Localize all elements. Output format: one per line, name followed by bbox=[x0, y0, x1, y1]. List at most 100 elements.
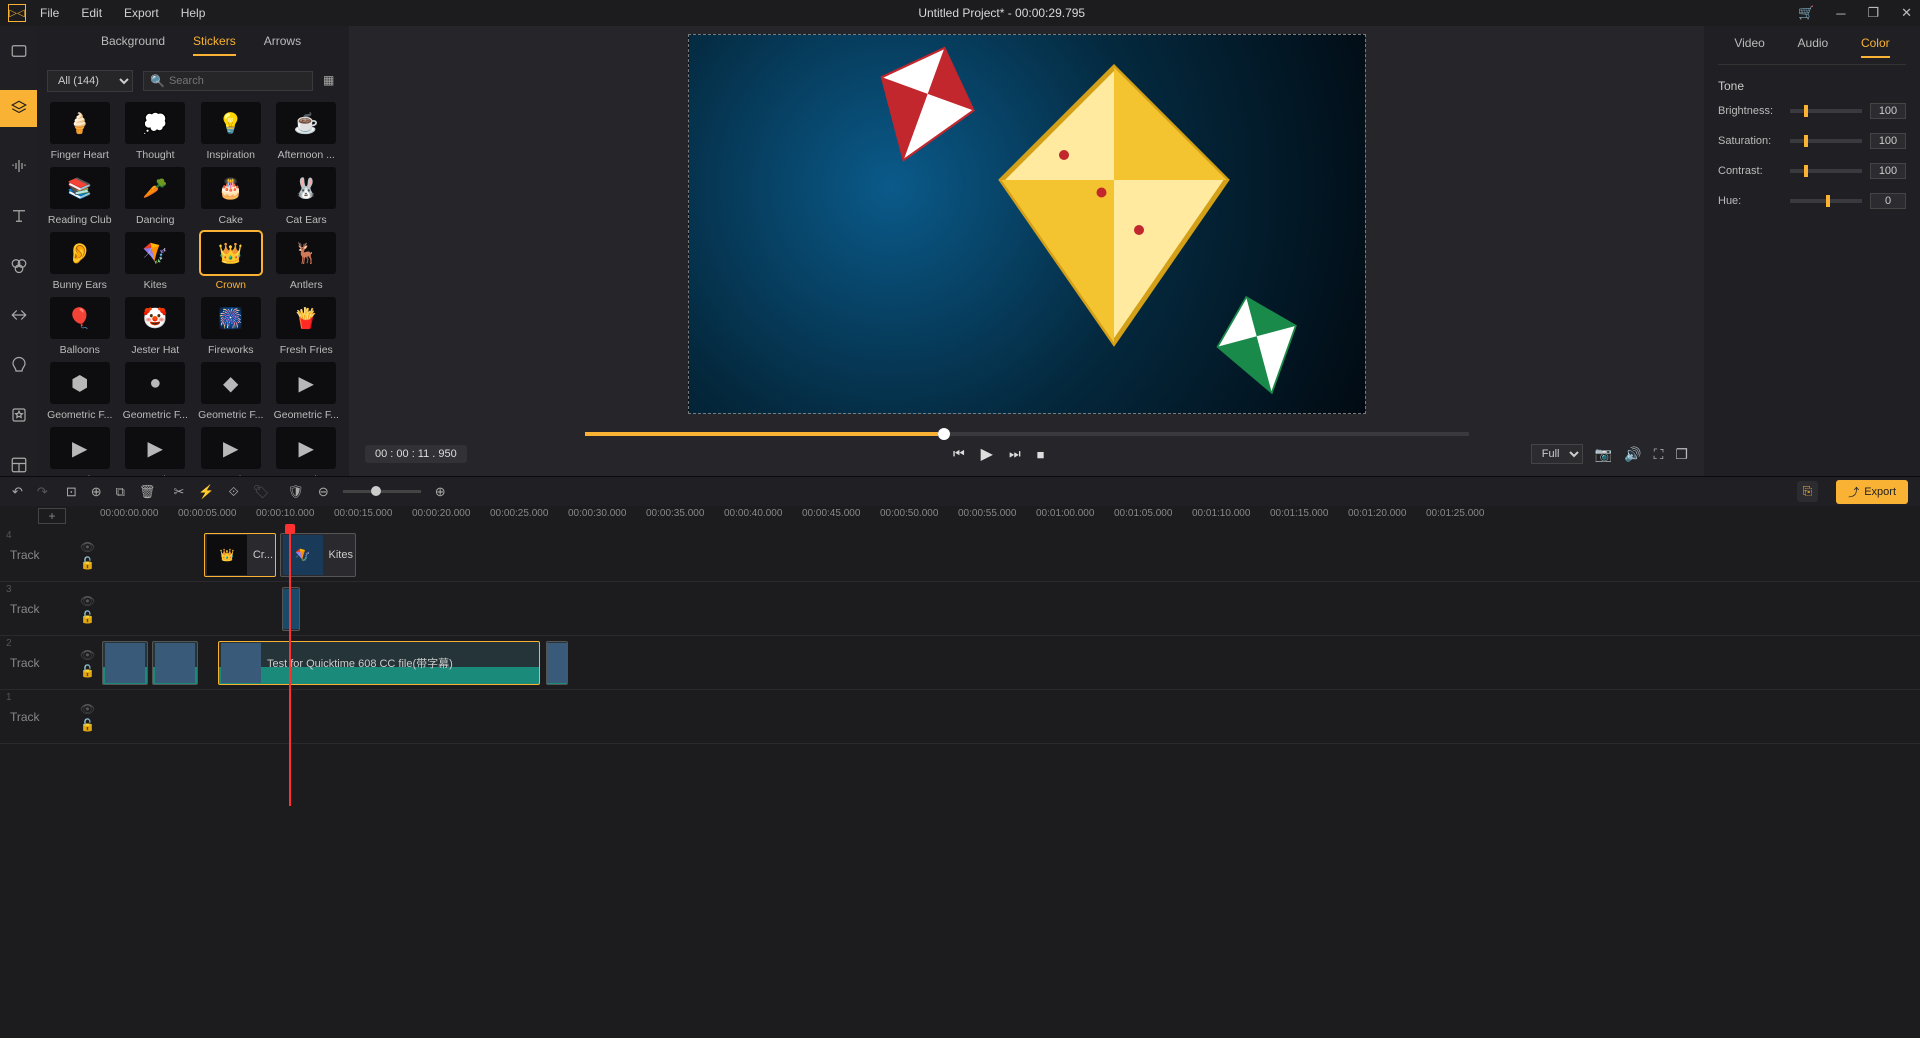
sticker-item[interactable]: 🥕Dancing bbox=[121, 167, 191, 226]
favorites-icon[interactable] bbox=[8, 404, 30, 426]
layout-icon[interactable] bbox=[8, 454, 30, 476]
audio-icon[interactable] bbox=[8, 155, 30, 177]
sticker-item[interactable]: ▶Geometric F... bbox=[272, 427, 342, 476]
cut-icon[interactable]: ✂ bbox=[173, 484, 184, 500]
tone-slider[interactable] bbox=[1790, 169, 1862, 173]
add-track-button[interactable]: + bbox=[38, 508, 66, 524]
visibility-icon[interactable]: 👁 bbox=[80, 594, 95, 608]
sticker-item[interactable]: ◆Geometric F... bbox=[196, 362, 266, 421]
copy-icon[interactable]: ⧉ bbox=[116, 484, 125, 500]
tool-icon[interactable]: ⊡ bbox=[66, 484, 77, 500]
search-box[interactable]: 🔍 bbox=[143, 71, 313, 91]
undo-icon[interactable]: ↶ bbox=[12, 484, 23, 500]
lock-icon[interactable]: 🔓 bbox=[80, 664, 95, 678]
clip-video-c[interactable] bbox=[546, 641, 568, 685]
export-button[interactable]: ⤴Export bbox=[1836, 480, 1908, 504]
tab-audio[interactable]: Audio bbox=[1798, 36, 1829, 58]
tone-value[interactable]: 100 bbox=[1870, 103, 1906, 119]
crop-icon[interactable]: ⟐ bbox=[229, 484, 239, 500]
sticker-item[interactable]: 🍟Fresh Fries bbox=[272, 297, 342, 356]
zoom-in-icon[interactable]: ⊕ bbox=[435, 484, 446, 500]
grid-view-icon[interactable]: ▦ bbox=[323, 73, 339, 89]
minimize-icon[interactable]: ─ bbox=[1836, 6, 1845, 21]
sticker-item[interactable]: 🐰Cat Ears bbox=[272, 167, 342, 226]
clip-video-b[interactable] bbox=[152, 641, 198, 685]
menu-help[interactable]: Help bbox=[181, 6, 206, 20]
export-settings-icon[interactable]: ⎘ bbox=[1797, 481, 1819, 502]
sticker-item[interactable]: 💡Inspiration bbox=[196, 102, 266, 161]
sticker-item[interactable]: ▶Geometric F... bbox=[45, 427, 115, 476]
sticker-item[interactable]: 👂Bunny Ears bbox=[45, 232, 115, 291]
sticker-item[interactable]: 🍦Finger Heart bbox=[45, 102, 115, 161]
tone-value[interactable]: 0 bbox=[1870, 193, 1906, 209]
maximize-icon[interactable]: ❐ bbox=[1867, 5, 1879, 21]
marker-icon[interactable]: 🛡 bbox=[287, 484, 304, 500]
zoom-out-icon[interactable]: ⊖ bbox=[318, 484, 329, 500]
search-input[interactable] bbox=[169, 75, 306, 87]
sticker-item[interactable]: 🎆Fireworks bbox=[196, 297, 266, 356]
sticker-item[interactable]: ▶Geometric F... bbox=[196, 427, 266, 476]
sticker-item[interactable]: 🤡Jester Hat bbox=[121, 297, 191, 356]
stop-icon[interactable]: ■ bbox=[1037, 447, 1045, 462]
sticker-item[interactable]: 🎈Balloons bbox=[45, 297, 115, 356]
sticker-item[interactable]: ☕Afternoon ... bbox=[272, 102, 342, 161]
tab-stickers[interactable]: Stickers bbox=[193, 34, 236, 56]
tone-slider[interactable] bbox=[1790, 199, 1862, 203]
filter-icon[interactable] bbox=[8, 255, 30, 277]
add-icon[interactable]: ⊕ bbox=[91, 484, 102, 500]
menu-edit[interactable]: Edit bbox=[81, 6, 102, 20]
scrub-bar[interactable] bbox=[585, 432, 1469, 436]
visibility-icon[interactable]: 👁 bbox=[80, 702, 95, 716]
sticker-item[interactable]: ▶Geometric F... bbox=[121, 427, 191, 476]
sticker-item[interactable]: ⬢Geometric F... bbox=[45, 362, 115, 421]
sticker-item[interactable]: 👑Crown bbox=[196, 232, 266, 291]
clip-crown[interactable]: 👑Cr... bbox=[204, 533, 276, 577]
delete-icon[interactable]: 🗑 bbox=[139, 484, 156, 500]
tag-icon[interactable]: 🏷 bbox=[253, 484, 270, 500]
sticker-item[interactable]: 🦌Antlers bbox=[272, 232, 342, 291]
tab-color[interactable]: Color bbox=[1861, 36, 1890, 58]
fit-select[interactable]: Full bbox=[1531, 444, 1583, 464]
redo-icon[interactable]: ↷ bbox=[37, 484, 48, 500]
cart-icon[interactable]: 🛒 bbox=[1798, 5, 1814, 21]
sticker-item[interactable]: 🪁Kites bbox=[121, 232, 191, 291]
zoom-slider[interactable] bbox=[343, 490, 421, 493]
tab-video[interactable]: Video bbox=[1734, 36, 1764, 58]
snapshot-icon[interactable]: 📷 bbox=[1595, 446, 1612, 463]
sticker-item[interactable]: ●Geometric F... bbox=[121, 362, 191, 421]
media-icon[interactable] bbox=[8, 40, 30, 62]
clip-video-a[interactable] bbox=[102, 641, 148, 685]
menu-file[interactable]: File bbox=[40, 6, 59, 20]
tone-slider[interactable] bbox=[1790, 139, 1862, 143]
sticker-item[interactable]: ▶Geometric F... bbox=[272, 362, 342, 421]
tone-value[interactable]: 100 bbox=[1870, 133, 1906, 149]
menu-export[interactable]: Export bbox=[124, 6, 159, 20]
fullscreen-icon[interactable]: ⛶ bbox=[1654, 446, 1664, 463]
playhead[interactable] bbox=[289, 528, 291, 806]
next-frame-icon[interactable]: ⏭ bbox=[1009, 446, 1021, 462]
speed-icon[interactable]: ⚡ bbox=[198, 484, 214, 500]
prev-frame-icon[interactable]: ⏮ bbox=[953, 446, 965, 462]
sticker-item[interactable]: 💭Thought bbox=[121, 102, 191, 161]
lock-icon[interactable]: 🔓 bbox=[80, 556, 95, 570]
close-icon[interactable]: ✕ bbox=[1901, 5, 1912, 21]
visibility-icon[interactable]: 👁 bbox=[80, 540, 95, 554]
clip-video-main[interactable]: Test for Quicktime 608 CC file(带字幕) bbox=[218, 641, 540, 685]
sticker-item[interactable]: 📚Reading Club bbox=[45, 167, 115, 226]
preview-canvas[interactable] bbox=[688, 34, 1366, 414]
visibility-icon[interactable]: 👁 bbox=[80, 648, 95, 662]
clip-small[interactable] bbox=[282, 587, 300, 631]
effects-icon[interactable] bbox=[8, 354, 30, 376]
tone-value[interactable]: 100 bbox=[1870, 163, 1906, 179]
text-icon[interactable] bbox=[8, 205, 30, 227]
tab-arrows[interactable]: Arrows bbox=[264, 34, 301, 56]
detach-icon[interactable]: ❐ bbox=[1675, 446, 1688, 463]
sticker-item[interactable]: 🎂Cake bbox=[196, 167, 266, 226]
transition-icon[interactable] bbox=[8, 304, 30, 326]
category-select[interactable]: All (144) bbox=[47, 70, 133, 92]
play-icon[interactable]: ▶ bbox=[981, 444, 993, 464]
tab-background[interactable]: Background bbox=[101, 34, 165, 56]
clip-kites[interactable]: 🪁Kites bbox=[280, 533, 356, 577]
lock-icon[interactable]: 🔓 bbox=[80, 718, 95, 732]
tone-slider[interactable] bbox=[1790, 109, 1862, 113]
